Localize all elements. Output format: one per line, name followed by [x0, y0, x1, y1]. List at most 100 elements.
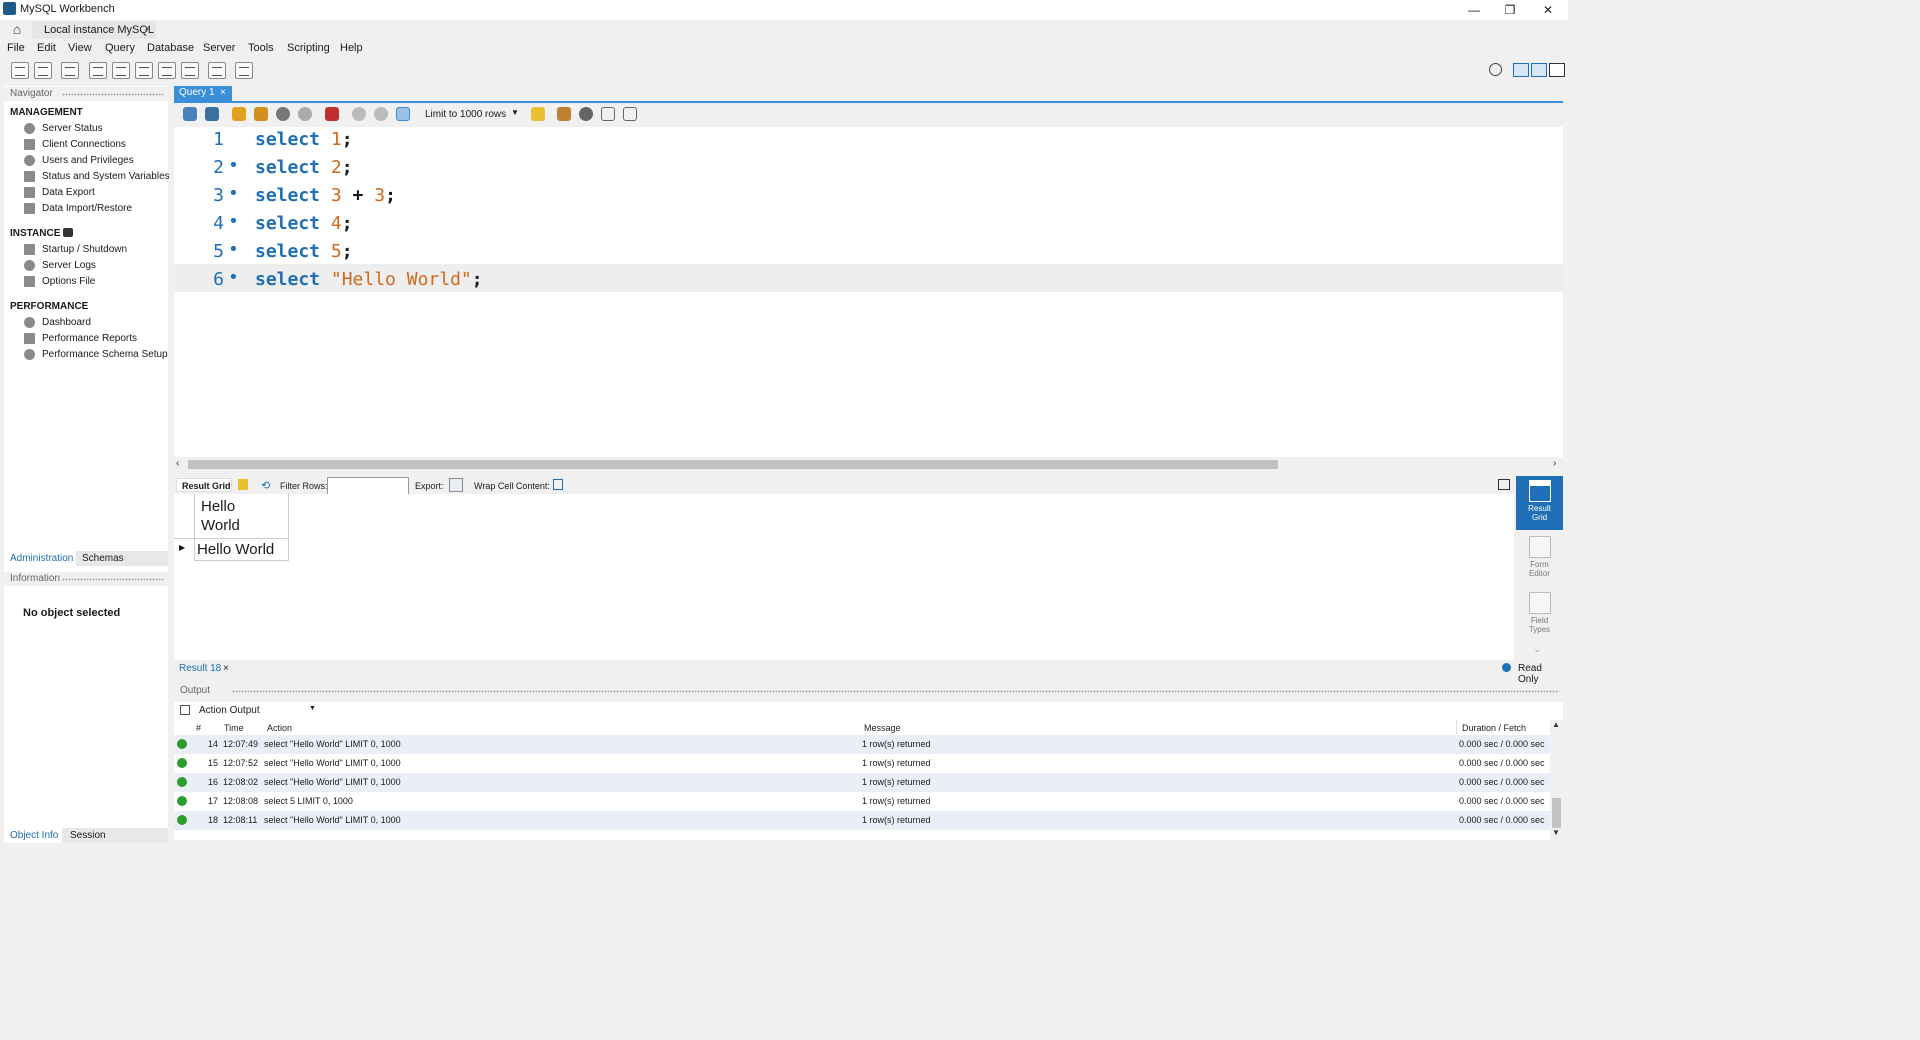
execute-lightning-icon[interactable] [232, 107, 246, 121]
create-table-icon[interactable] [112, 62, 130, 79]
output-row[interactable]: 15 12:07:52 select "Hello World" LIMIT 0, … [174, 754, 1550, 773]
menu-query[interactable]: Query [105, 42, 135, 54]
menu-database[interactable]: Database [147, 42, 194, 54]
toggle-continue-on-error-icon[interactable] [325, 107, 339, 121]
find-icon[interactable] [579, 107, 593, 121]
close-button[interactable]: ✕ [1538, 3, 1558, 17]
menu-tools[interactable]: Tools [248, 42, 274, 54]
tab-administration-label: Administration [10, 553, 74, 564]
execute-current-icon[interactable] [254, 107, 268, 121]
sql-editor[interactable]: 1 select 1; 2 • select 2; 3 • select 3 + 3; 4 • se… [174, 127, 1563, 457]
menu-server[interactable]: Server [203, 42, 235, 54]
code-line[interactable]: 4 • select 4; [174, 210, 1563, 238]
toggle-result-panel-icon[interactable] [1498, 479, 1510, 490]
toggle-secondary-sidebar-icon[interactable] [1549, 63, 1565, 77]
create-procedure-icon[interactable] [158, 62, 176, 79]
code-line[interactable]: 5 • select 5; [174, 238, 1563, 266]
sql-number: 4 [330, 213, 342, 234]
query-tab[interactable]: Query 1 × [174, 86, 232, 101]
restore-button[interactable]: ❐ [1500, 3, 1520, 17]
inspector-icon[interactable] [61, 62, 79, 79]
create-view-icon[interactable] [135, 62, 153, 79]
invisible-chars-icon[interactable] [601, 107, 615, 121]
limit-rows-select[interactable]: Limit to 1000 rows ▼ [421, 108, 521, 122]
output-row[interactable]: 17 12:08:08 select 5 LIMIT 0, 1000 1 row(s)… [174, 792, 1550, 811]
code-line[interactable]: 6 • select "Hello World"; [174, 266, 1563, 294]
filter-rows-input[interactable] [327, 477, 409, 495]
output-row[interactable]: 16 12:08:02 select "Hello World" LIMIT 0, … [174, 773, 1550, 792]
output-type-select[interactable]: Action Output ▼ [196, 703, 318, 718]
output-vertical-scrollbar[interactable]: ▲ ▼ [1550, 720, 1563, 840]
refresh-icon[interactable]: ⟲ [261, 479, 273, 492]
code-line[interactable]: 2 • select 2; [174, 154, 1563, 182]
result-grid-tab[interactable]: Result Grid [176, 478, 232, 492]
rollback-icon[interactable] [374, 107, 388, 121]
menu-help[interactable]: Help [340, 42, 363, 54]
search-table-data-icon[interactable] [208, 62, 226, 79]
new-sql-tab-icon[interactable] [11, 62, 29, 79]
scroll-up-icon[interactable]: ▲ [1552, 720, 1560, 729]
connection-tab[interactable]: Local instance MySQL × [32, 21, 156, 39]
result-grid-side-button[interactable]: Result Grid [1516, 476, 1563, 530]
wrap-lines-icon[interactable] [623, 107, 637, 121]
output-col-duration[interactable]: Duration / Fetch [1457, 720, 1550, 734]
create-schema-icon[interactable] [89, 62, 107, 79]
tab-schemas[interactable]: Schemas [78, 551, 138, 566]
output-cell-duration: 0.000 sec / 0.000 sec [1459, 796, 1545, 806]
column-header-hello-world[interactable]: Hello World [194, 494, 289, 539]
wrap-cell-toggle-icon[interactable] [553, 479, 563, 490]
add-snippet-star-icon[interactable] [531, 107, 545, 121]
export-icon[interactable] [449, 478, 463, 492]
scroll-down-icon[interactable]: ▼ [1552, 828, 1560, 837]
copy-output-icon[interactable] [180, 705, 190, 715]
output-col-message[interactable]: Message [859, 720, 1457, 734]
scroll-left-icon[interactable]: ‹ [176, 458, 179, 469]
editor-horizontal-scrollbar[interactable]: ‹ › [174, 458, 1563, 471]
menu-view[interactable]: View [68, 42, 92, 54]
explain-magnifier-icon[interactable] [276, 107, 290, 121]
form-editor-side-button[interactable]: Form Editor [1516, 532, 1563, 586]
beautify-broom-icon[interactable] [557, 107, 571, 121]
tab-administration[interactable]: Administration [4, 551, 76, 566]
scrollbar-thumb[interactable] [1552, 798, 1561, 828]
scroll-right-icon[interactable]: › [1553, 458, 1556, 469]
output-row[interactable]: 14 12:07:49 select "Hello World" LIMIT 0, … [174, 735, 1550, 754]
output-col-time[interactable]: Time [220, 720, 263, 734]
autocommit-toggle-icon[interactable] [396, 107, 410, 121]
minimize-button[interactable]: — [1464, 3, 1484, 17]
grid-icon[interactable] [238, 479, 248, 490]
field-types-side-button[interactable]: Field Types [1516, 588, 1563, 642]
commit-icon[interactable] [352, 107, 366, 121]
connection-tab-close-icon[interactable]: × [144, 23, 150, 35]
result-18-tab[interactable]: Result 18 × [174, 662, 234, 676]
side-panel-more-chevron-icon[interactable]: ⌄ [1533, 644, 1541, 655]
toggle-sidebar-icon[interactable] [1513, 63, 1529, 77]
settings-gear-icon[interactable] [1489, 63, 1502, 76]
stop-icon[interactable] [298, 107, 312, 121]
output-col-number[interactable]: # [194, 720, 221, 734]
tab-object-info[interactable]: Object Info [4, 828, 62, 843]
save-icon[interactable] [205, 107, 219, 121]
menu-scripting[interactable]: Scripting [287, 42, 330, 54]
result-cell[interactable]: Hello World [194, 539, 289, 561]
output-row[interactable]: 18 12:08:11 select "Hello World" LIMIT 0, … [174, 811, 1550, 830]
reconnect-icon[interactable] [235, 62, 253, 79]
query-tab-close-icon[interactable]: × [220, 87, 226, 98]
output-col-action[interactable]: Action [262, 720, 860, 734]
row-selector[interactable]: ▶ [174, 539, 195, 560]
result-tab-close-icon[interactable]: × [223, 663, 229, 674]
open-sql-script-icon[interactable] [34, 62, 52, 79]
menu-edit[interactable]: Edit [37, 42, 56, 54]
output-cell-message: 1 row(s) returned [862, 739, 931, 749]
menu-file[interactable]: File [7, 42, 25, 54]
open-file-icon[interactable] [183, 107, 197, 121]
home-icon[interactable]: ⌂ [6, 21, 28, 39]
code-line[interactable]: 3 • select 3 + 3; [174, 182, 1563, 210]
create-function-icon[interactable] [181, 62, 199, 79]
code-line[interactable]: 1 select 1; [174, 126, 1563, 154]
tab-session[interactable]: Session [66, 828, 126, 843]
toggle-output-icon[interactable] [1531, 63, 1547, 77]
scrollbar-thumb[interactable] [188, 460, 1278, 469]
output-col-duration-label: Duration / Fetch [1462, 723, 1527, 733]
